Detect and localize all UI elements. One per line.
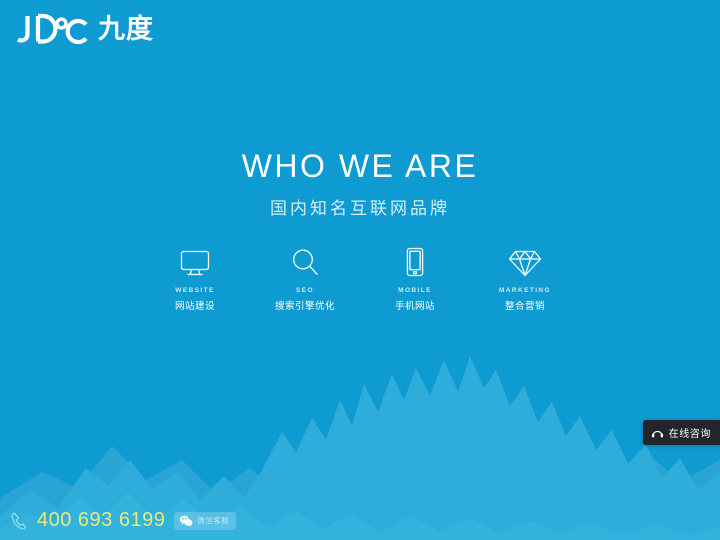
service-item-marketing[interactable]: MARKETING 整合营销 [489,243,561,312]
diamond-icon [508,243,542,277]
wechat-label: 微信客服 [197,516,229,525]
page-title: WHO WE ARE [241,148,479,184]
phone-icon [11,511,27,530]
hero-section: WHO WE ARE 国内知名互联网品牌 [0,148,720,219]
wechat-service-button[interactable]: 微信客服 [174,511,236,530]
service-list: WEBSITE 网站建设 SEO 搜索引擎优化 MOBILE 手机网站 MARK… [0,243,720,312]
service-label-cn: 手机网站 [394,301,435,312]
logo-chinese-text: 九度 [98,13,154,45]
phone-number: 400 693 6199 [37,509,166,531]
service-label-en: WEBSITE [175,287,215,294]
wechat-icon [180,515,193,527]
online-consult-button[interactable]: 在线咨询 [642,420,720,445]
page-root: 九度 WHO WE ARE 国内知名互联网品牌 WEBSITE 网站建设 SEO… [0,0,720,540]
service-label-cn: 网站建设 [174,301,215,312]
service-label-cn: 搜索引擎优化 [274,301,335,312]
hero-subtitle: 国内知名互联网品牌 [270,198,450,219]
online-consult-label: 在线咨询 [668,429,711,440]
contact-bar: 400 693 6199 微信客服 [10,509,236,532]
mobile-icon [405,243,425,277]
service-label-cn: 整合营销 [504,301,545,312]
search-icon [290,243,320,277]
headset-icon [651,430,663,438]
monitor-icon [179,243,211,277]
service-item-mobile[interactable]: MOBILE 手机网站 [379,243,451,312]
service-item-seo[interactable]: SEO 搜索引擎优化 [269,243,341,312]
service-label-en: MARKETING [499,287,551,294]
service-label-en: MOBILE [398,287,432,294]
site-logo[interactable]: 九度 [14,8,154,50]
jdc-logo-icon [16,13,88,45]
service-item-website[interactable]: WEBSITE 网站建设 [159,243,231,312]
service-label-en: SEO [296,287,314,294]
